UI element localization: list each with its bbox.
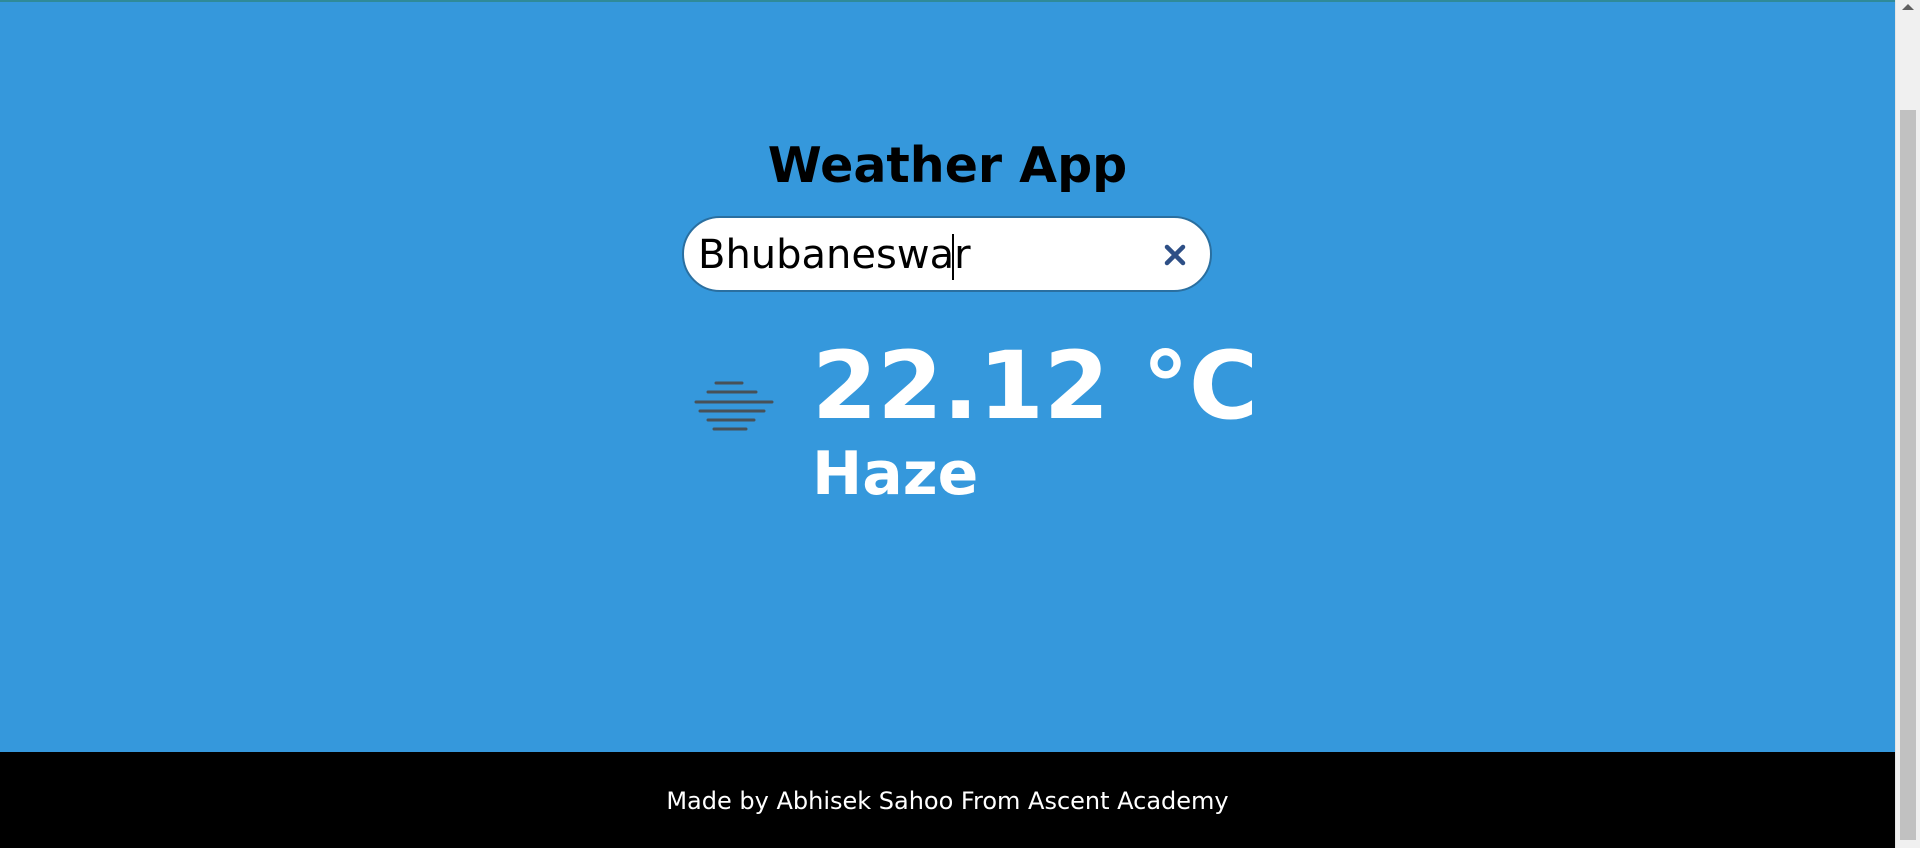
clear-search-button[interactable] [1156, 236, 1194, 274]
search-input[interactable] [698, 228, 1128, 282]
scroll-up-arrow-icon[interactable] [1902, 4, 1914, 10]
temperature-value: 22.12 °C [812, 332, 1259, 441]
viewport: Weather App Bhubaneswar 22.12 °C Haze Ma… [0, 0, 1895, 848]
text-cursor [952, 234, 954, 280]
footer: Made by Abhisek Sahoo From Ascent Academ… [0, 752, 1895, 848]
close-icon [1164, 244, 1186, 266]
page: Weather App Bhubaneswar 22.12 °C Haze Ma… [0, 0, 1920, 848]
page-title: Weather App [767, 137, 1128, 194]
scrollbar-thumb[interactable] [1900, 110, 1916, 840]
main-section: Weather App Bhubaneswar 22.12 °C Haze [0, 0, 1895, 752]
haze-icon [690, 380, 776, 440]
weather-display: 22.12 °C Haze [690, 332, 1258, 512]
weather-condition: Haze [812, 439, 979, 509]
footer-credit: Made by Abhisek Sahoo From Ascent Academ… [666, 787, 1229, 815]
vertical-scrollbar[interactable] [1895, 0, 1920, 848]
search-box [682, 216, 1212, 292]
